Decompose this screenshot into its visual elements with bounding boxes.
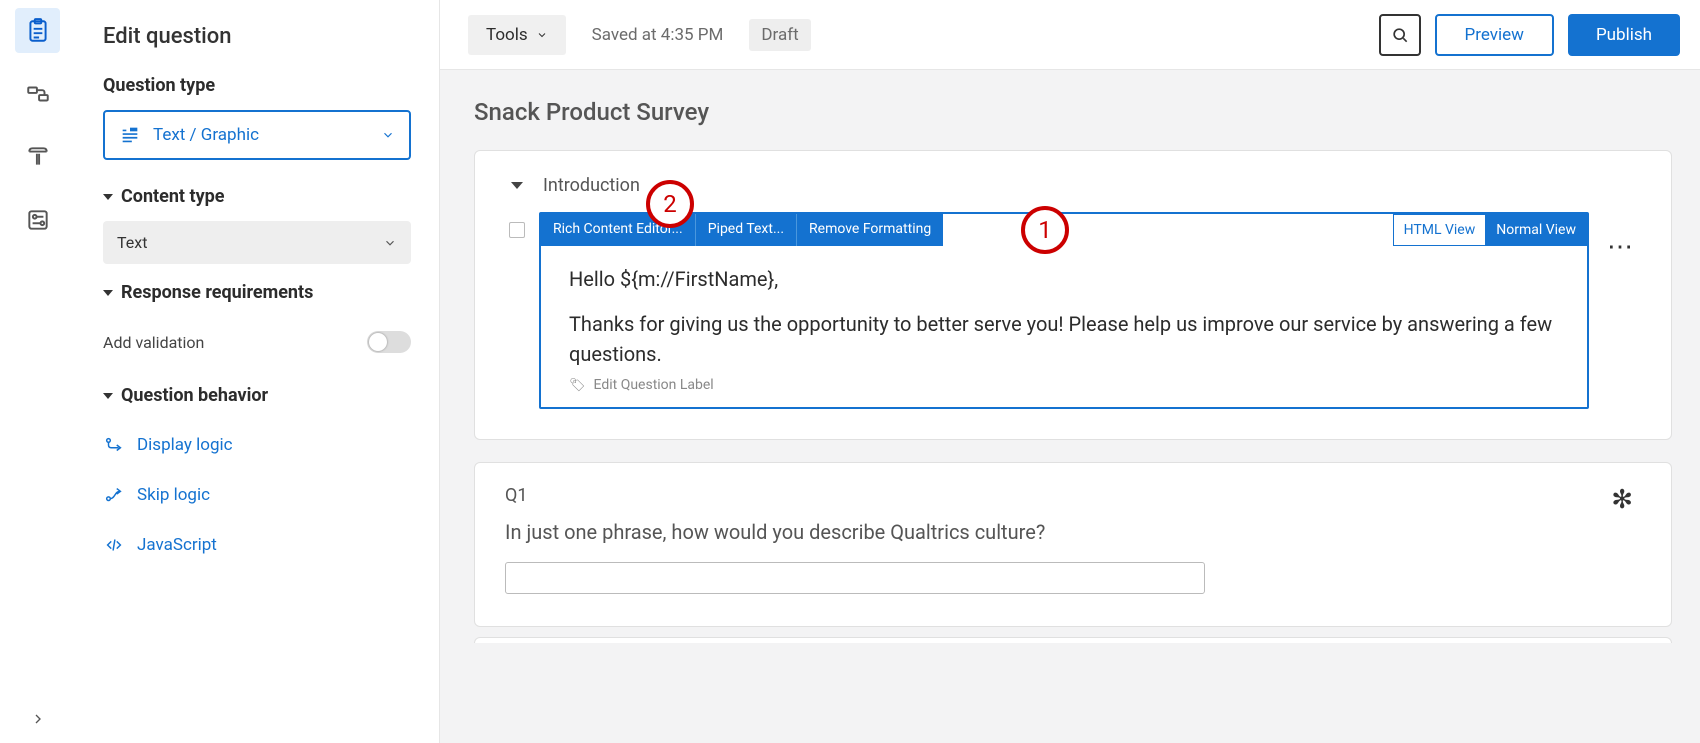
chevron-down-icon [383,236,397,250]
tools-button[interactable]: Tools [468,15,566,55]
saved-status: Saved at 4:35 PM [592,25,724,45]
caret-down-icon [103,194,113,200]
add-validation-toggle[interactable] [367,331,411,353]
block-name: Introduction [543,175,640,196]
required-star-icon: ✻ [1611,485,1633,515]
intro-question-selected[interactable]: Rich Content Editor... Piped Text... Rem… [539,212,1589,409]
rail-options-icon[interactable] [15,197,60,242]
rail-survey-icon[interactable] [15,8,60,53]
publish-button[interactable]: Publish [1568,14,1680,56]
left-icon-rail [0,0,75,743]
caret-down-icon [103,290,113,296]
response-req-header[interactable]: Response requirements [103,282,411,303]
rail-flow-icon[interactable] [15,71,60,116]
skip-logic-icon [103,484,125,506]
top-bar: Tools Saved at 4:35 PM Draft Preview Pub… [440,0,1700,70]
survey-title: Snack Product Survey [474,98,1672,126]
edit-question-label[interactable]: 🏷 Edit Question Label [569,377,1559,393]
question-checkbox[interactable] [509,222,525,238]
question-q1[interactable]: Q1 ✻ In just one phrase, how would you d… [474,462,1672,627]
question-behavior-header[interactable]: Question behavior [103,385,411,406]
code-icon [103,534,125,556]
add-validation-row: Add validation [103,317,411,367]
draft-badge: Draft [749,19,810,51]
survey-canvas: Snack Product Survey Introduction Rich C… [440,70,1700,743]
piped-text-tab[interactable]: Piped Text... [696,214,797,246]
search-icon [1390,25,1410,45]
chevron-down-icon [536,29,548,41]
rail-look-icon[interactable] [15,134,60,179]
content-type-select[interactable]: Text [103,221,411,264]
remove-formatting-tab[interactable]: Remove Formatting [797,214,943,246]
intro-text-line1[interactable]: Hello ${m://FirstName}, [569,264,1559,294]
qtype-section-label: Question type [103,75,411,96]
skip-logic-link[interactable]: Skip logic [103,470,411,520]
text-graphic-icon [119,124,141,146]
html-view-tab[interactable]: HTML View [1393,214,1486,246]
panel-title: Edit question [103,24,411,49]
add-validation-label: Add validation [103,333,204,352]
question-type-select[interactable]: Text / Graphic [103,110,411,160]
caret-down-icon [103,393,113,399]
tag-icon: 🏷 [569,378,586,393]
content-type-value: Text [117,233,147,252]
intro-text-line2[interactable]: Thanks for giving us the opportunity to … [569,309,1559,369]
caret-down-icon [511,182,523,189]
question-settings-panel: Edit question Question type Text / Graph… [75,0,440,743]
callout-1: 1 [1021,206,1069,254]
q1-text: In just one phrase, how would you descri… [505,520,1641,544]
display-logic-link[interactable]: Display logic [103,420,411,470]
rail-expand-icon[interactable] [0,711,75,727]
preview-button[interactable]: Preview [1435,14,1554,56]
question-actions-menu[interactable]: ⋯ [1589,212,1641,262]
next-question-peek [474,637,1672,643]
content-type-header[interactable]: Content type [103,186,411,207]
q1-answer-input[interactable] [505,562,1205,594]
block-introduction: Introduction Rich Content Editor... Pipe… [474,150,1672,440]
chevron-down-icon [381,128,395,142]
q1-id: Q1 [505,485,1641,506]
normal-view-tab[interactable]: Normal View [1485,214,1587,246]
display-logic-icon [103,434,125,456]
question-type-value: Text / Graphic [153,125,259,145]
search-button[interactable] [1379,14,1421,56]
javascript-link[interactable]: JavaScript [103,520,411,570]
callout-2: 2 [646,180,694,228]
